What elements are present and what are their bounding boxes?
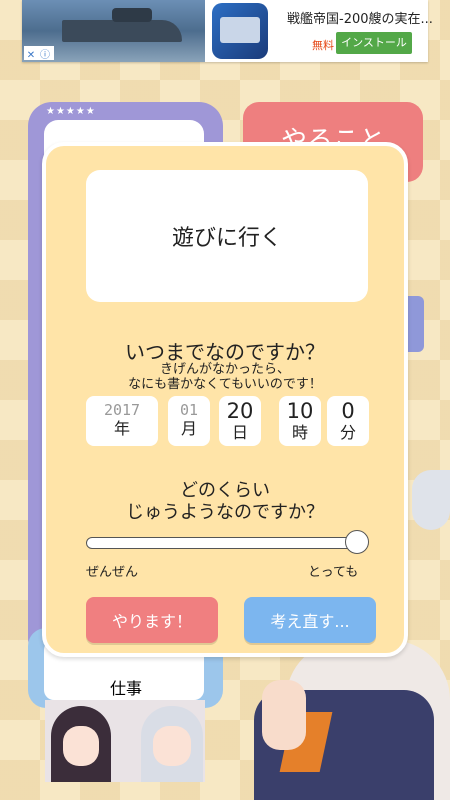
slider-high-label: とっても [308,565,359,580]
reconsider-button[interactable]: 考え直す... [244,597,376,643]
importance-line-1: どのくらい [180,480,270,501]
deadline-question: いつまでなのですか？ [125,340,325,364]
day-field[interactable]: 20 日 [219,396,261,446]
day-value: 20 [226,399,254,423]
day-unit: 日 [231,423,248,442]
month-unit: 月 [180,419,197,438]
year-field[interactable]: 2017 年 [86,396,158,446]
minute-unit: 分 [339,423,356,442]
importance-question: どのくらい じゅうようなのですか？ [46,480,404,524]
minute-value: 0 [341,399,355,423]
confirm-button[interactable]: やります！ [86,597,218,643]
task-dialog: 遊びに行く いつまでなのですか？ きげんがなかったら、 なにも書かなくてもいいの… [42,142,408,657]
hour-unit: 時 [291,423,308,442]
hour-field[interactable]: 10 時 [279,396,321,446]
month-field[interactable]: 01 月 [168,396,210,446]
deadline-hint: きげんがなかったら、 なにも書かなくてもいいのです！ [46,362,404,392]
task-name-field[interactable]: 遊びに行く [86,170,368,302]
year-value: 2017 [103,401,141,419]
importance-slider-knob[interactable] [345,530,369,554]
slider-low-label: ぜんぜん [86,565,139,580]
hint-line-1: きげんがなかったら、 [159,362,290,377]
hour-value: 10 [286,399,314,423]
importance-slider[interactable] [86,537,366,549]
month-value: 01 [179,401,199,419]
hint-line-2: なにも書かなくてもいいのです！ [128,377,322,392]
importance-line-2: じゅうようなのですか？ [126,502,324,523]
year-unit: 年 [113,419,130,438]
minute-field[interactable]: 0 分 [327,396,369,446]
